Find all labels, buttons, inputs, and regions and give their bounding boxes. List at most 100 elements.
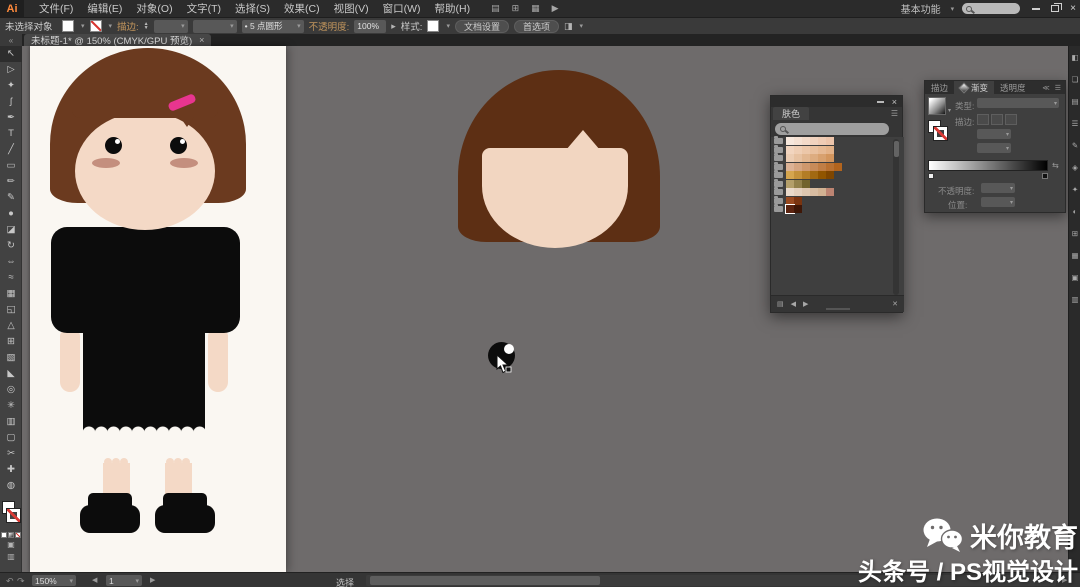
swatch-folder-icon[interactable]: [774, 189, 783, 195]
dock-panel-icon[interactable]: ◈: [1069, 156, 1080, 178]
prev-artboard-icon[interactable]: ◀: [92, 576, 97, 584]
stroke-weight-stepper[interactable]: ▲▼: [144, 22, 149, 30]
magic-wand-tool[interactable]: ✦: [0, 78, 22, 94]
opacity-link[interactable]: 不透明度:: [309, 19, 350, 33]
menu-item[interactable]: 文字(T): [180, 1, 228, 16]
close-tab-icon[interactable]: ×: [199, 35, 204, 45]
search-input[interactable]: [962, 3, 1020, 14]
rotate-tool[interactable]: ↻: [0, 238, 22, 254]
slice-tool[interactable]: ✂: [0, 446, 22, 462]
preferences-button[interactable]: 首选项: [514, 20, 559, 33]
swatch[interactable]: [818, 137, 826, 145]
app-bar-icon[interactable]: ⊞: [512, 3, 520, 14]
swatch[interactable]: [818, 163, 826, 171]
panel-resize-grip[interactable]: [826, 308, 850, 310]
swatch[interactable]: [786, 137, 794, 145]
pencil-tool[interactable]: ✎: [0, 190, 22, 206]
swatch[interactable]: [794, 180, 802, 188]
color-button[interactable]: [1, 532, 7, 538]
swatch[interactable]: [826, 146, 834, 154]
swatch[interactable]: [810, 146, 818, 154]
stop-opacity-field[interactable]: ▾: [981, 183, 1015, 193]
artboard-tool[interactable]: ▢: [0, 430, 22, 446]
close-button[interactable]: ×: [1070, 4, 1076, 14]
swatch[interactable]: [826, 171, 834, 179]
type-tool[interactable]: T: [0, 126, 22, 142]
gradient-stroke-proxy[interactable]: [934, 127, 947, 140]
eraser-tool[interactable]: ◪: [0, 222, 22, 238]
scale-tool[interactable]: ⇔: [0, 254, 22, 270]
app-bar-icon[interactable]: ▦: [531, 3, 540, 14]
dock-panel-icon[interactable]: ⊞: [1069, 222, 1080, 244]
workspace-switcher[interactable]: 基本功能: [901, 1, 941, 16]
swatch-folder-icon[interactable]: [774, 164, 783, 170]
hand-tool[interactable]: ✚: [0, 462, 22, 478]
gradient-stop-start[interactable]: [928, 173, 934, 179]
tab-skin-tones[interactable]: 肤色: [773, 107, 809, 120]
variable-width-profile-dropdown[interactable]: ▾: [193, 20, 237, 33]
swatch[interactable]: [834, 163, 842, 171]
swatch[interactable]: [786, 188, 794, 196]
swatch[interactable]: [810, 188, 818, 196]
stroke-gradient-along-button[interactable]: [991, 114, 1003, 125]
girl-left-blush-shape[interactable]: [92, 158, 120, 168]
swatch[interactable]: [794, 146, 802, 154]
gradient-thumbnail[interactable]: [928, 97, 946, 115]
dock-panel-icon[interactable]: ▣: [1069, 266, 1080, 288]
stroke-link[interactable]: 描边:: [117, 19, 139, 33]
gradient-button[interactable]: [8, 532, 14, 538]
girl-right-blush-shape[interactable]: [170, 158, 198, 168]
align-options-icon[interactable]: ◨: [564, 21, 573, 32]
app-bar-icon[interactable]: ▤: [491, 3, 500, 14]
close-panel-icon[interactable]: ×: [892, 98, 897, 106]
stroke-gradient-across-button[interactable]: [1005, 114, 1017, 125]
swatch-folder-icon[interactable]: [774, 155, 783, 161]
artboard[interactable]: [30, 46, 286, 572]
swatch-folder-icon[interactable]: [774, 147, 783, 153]
dock-panel-icon[interactable]: ✦: [1069, 178, 1080, 200]
girl-face-shape[interactable]: [75, 112, 215, 230]
collapse-panel-icon[interactable]: ≪: [1042, 84, 1049, 92]
opacity-arrow-icon[interactable]: ▸: [391, 21, 396, 32]
dock-panel-icon[interactable]: ▤: [1069, 90, 1080, 112]
swatch[interactable]: [810, 137, 818, 145]
gradient-tool[interactable]: ▧: [0, 350, 22, 366]
stroke-color-chip[interactable]: [90, 20, 102, 32]
rectangle-tool[interactable]: ▭: [0, 158, 22, 174]
swatch[interactable]: [802, 146, 810, 154]
swatch[interactable]: [826, 163, 834, 171]
shape-builder-tool[interactable]: ◱: [0, 302, 22, 318]
menu-item[interactable]: 选择(S): [228, 1, 277, 16]
menu-item[interactable]: 帮助(H): [428, 1, 478, 16]
perspective-grid-tool[interactable]: △: [0, 318, 22, 334]
screen-mode-button[interactable]: ▥: [0, 550, 22, 562]
swatch[interactable]: [826, 154, 834, 162]
stop-location-field[interactable]: ▾: [981, 197, 1015, 207]
width-tool[interactable]: ≈: [0, 270, 22, 286]
swatch[interactable]: [802, 154, 810, 162]
swatch[interactable]: [818, 188, 826, 196]
line-segment-tool[interactable]: ╱: [0, 142, 22, 158]
gradient-stop-end[interactable]: [1042, 173, 1048, 179]
zoom-tool[interactable]: ◍: [0, 478, 22, 494]
swatch[interactable]: [794, 197, 802, 205]
panel-menu-icon[interactable]: ☰: [1055, 84, 1061, 92]
girl-right-leg-shape[interactable]: [165, 463, 192, 497]
symbol-sprayer-tool[interactable]: ✳: [0, 398, 22, 414]
stroke-gradient-within-button[interactable]: [977, 114, 989, 125]
swatch-folder-icon[interactable]: [774, 206, 783, 212]
mesh-tool[interactable]: ⊞: [0, 334, 22, 350]
prev-library-icon[interactable]: ◀: [791, 300, 796, 308]
draw-mode-button[interactable]: ▣: [0, 538, 22, 550]
swatch[interactable]: [794, 137, 802, 145]
swatch[interactable]: [802, 163, 810, 171]
swatch[interactable]: [794, 188, 802, 196]
gradient-type-dropdown[interactable]: ▾: [977, 98, 1059, 108]
girl-right-arm-shape[interactable]: [208, 330, 228, 392]
swatch[interactable]: [786, 171, 794, 179]
minimize-panel-icon[interactable]: [877, 101, 884, 103]
girl-dress-shape[interactable]: [83, 246, 205, 433]
eyedropper-tool[interactable]: ◣: [0, 366, 22, 382]
swatch[interactable]: [810, 163, 818, 171]
swatch[interactable]: [802, 171, 810, 179]
